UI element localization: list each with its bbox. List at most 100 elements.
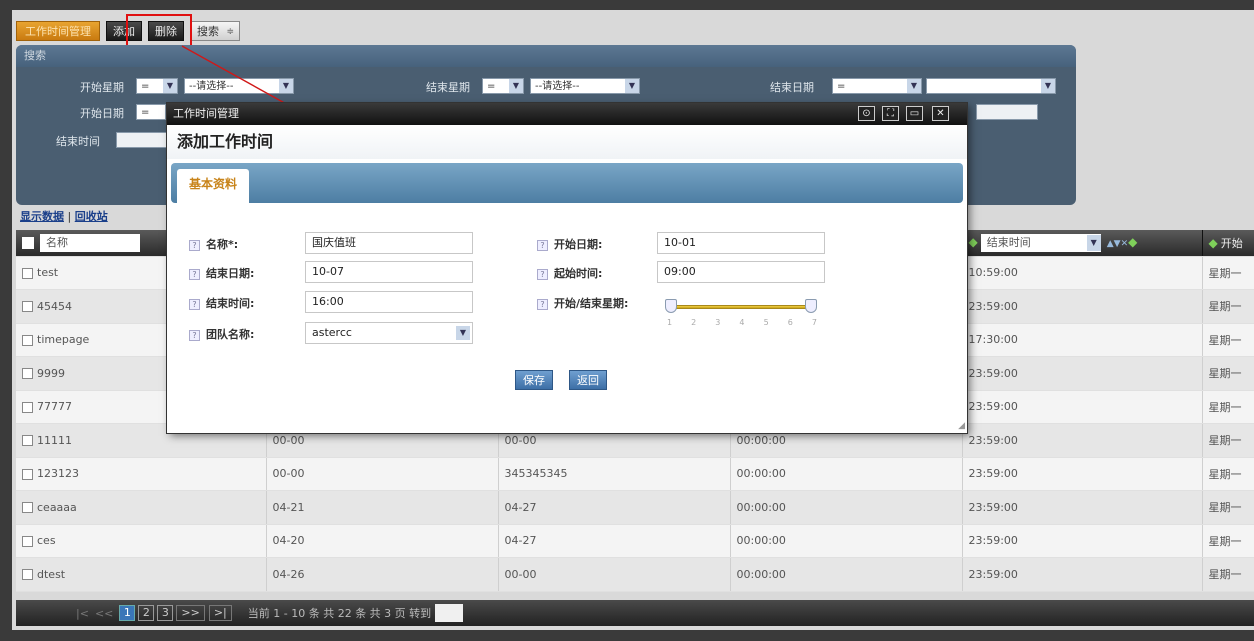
dialog-titlebar[interactable]: 工作时间管理 ⊙ ⛶ ▭ ✕ xyxy=(167,103,967,125)
goto-page-input[interactable] xyxy=(435,604,464,622)
tab-work-time-management[interactable]: 工作时间管理 xyxy=(16,21,100,41)
page-2-button[interactable]: 2 xyxy=(138,605,155,621)
row-checkbox[interactable] xyxy=(22,334,33,346)
first-page-button[interactable]: |< xyxy=(76,607,89,620)
back-button[interactable]: 返回 xyxy=(569,370,607,390)
minimize-icon[interactable]: ▭ xyxy=(906,106,923,121)
table-row[interactable]: ces 04-20 04-27 00:00:00 23:59:00 星期一 xyxy=(16,524,1254,558)
team-select[interactable]: astercc ▼ xyxy=(305,322,473,344)
name-cell-text: 9999 xyxy=(37,366,65,380)
row-checkbox[interactable] xyxy=(22,569,33,581)
close-icon[interactable]: ✕ xyxy=(932,106,949,121)
team-label-text: 团队名称: xyxy=(206,328,255,341)
row-checkbox[interactable] xyxy=(22,468,33,480)
page-1-button[interactable]: 1 xyxy=(119,605,136,621)
row-checkbox[interactable] xyxy=(22,368,33,380)
name-cell-text: dtest xyxy=(37,567,66,581)
start-week-cell-text: 星期一 xyxy=(1208,501,1242,515)
col2-cell-text: 04-20 xyxy=(272,534,305,548)
restore-icon[interactable]: ⊙ xyxy=(858,106,875,121)
search-toggle-label: 搜索 xyxy=(197,25,219,38)
slider-end-handle[interactable] xyxy=(805,299,817,313)
col2-cell-text: 00-00 xyxy=(272,433,305,447)
name-input[interactable]: 国庆值班 xyxy=(305,232,473,254)
end-time-input[interactable] xyxy=(116,132,170,148)
table-row[interactable]: dtest 04-26 00-00 00:00:00 23:59:00 星期一 xyxy=(16,557,1254,592)
row-checkbox[interactable] xyxy=(22,401,33,413)
arrow-right-icon[interactable]: ◆ xyxy=(1128,235,1137,249)
op-value: = xyxy=(837,81,846,92)
start-week-op-select[interactable]: = ▼ xyxy=(136,78,178,94)
name-cell: dtest xyxy=(16,557,267,592)
header-end-time-select[interactable]: 结束时间 ▼ xyxy=(980,233,1101,252)
end-time-cell-text: 23:59:00 xyxy=(968,567,1018,581)
arrow-left-icon[interactable]: ◆ xyxy=(1209,236,1218,250)
end-week-label: 结束星期 xyxy=(426,81,470,94)
name-cell-text: timepage xyxy=(37,333,90,347)
week-range-label: ? 开始/结束星期: xyxy=(537,295,628,311)
op-value: = xyxy=(141,107,150,118)
end-date-input[interactable]: 10-07 xyxy=(305,261,473,283)
end-date-op-select[interactable]: = ▼ xyxy=(832,78,922,94)
col3-cell: 04-27 xyxy=(498,524,731,558)
row-checkbox[interactable] xyxy=(22,267,33,279)
help-icon: ? xyxy=(537,268,548,280)
help-icon: ? xyxy=(537,298,548,310)
table-row[interactable]: 123123 00-00 345345345 00:00:00 23:59:00 星期一 xyxy=(16,457,1254,491)
end-time-cell: 23:59:00 xyxy=(962,524,1203,558)
row-checkbox[interactable] xyxy=(22,435,33,447)
search-toggle-button[interactable]: 搜索 ≑ xyxy=(190,21,240,41)
start-date-op-select[interactable]: = xyxy=(136,104,166,120)
select-all-checkbox[interactable] xyxy=(22,236,34,249)
header-end-time[interactable]: ◆ 结束时间 ▼ ▲▼✕◆ xyxy=(962,230,1203,257)
arrow-left-icon[interactable]: ◆ xyxy=(969,235,978,249)
name-cell-text: 123123 xyxy=(37,467,79,481)
op-value: = xyxy=(487,81,496,92)
recycle-bin-link[interactable]: 回收站 xyxy=(75,210,108,223)
end-date-label: ? 结束日期: xyxy=(189,265,254,281)
prev-page-button[interactable]: << xyxy=(95,607,113,620)
name-cell: ceaaaa xyxy=(16,490,267,525)
header-start-week[interactable]: ◆ 开始 xyxy=(1202,230,1254,257)
end-week-op-select[interactable]: = ▼ xyxy=(482,78,524,94)
page-3-button[interactable]: 3 xyxy=(157,605,174,621)
save-button[interactable]: 保存 xyxy=(515,370,553,390)
start-week-value-select[interactable]: --请选择-- ▼ xyxy=(184,78,294,94)
sort-controls-icon[interactable]: ▲▼✕ xyxy=(1107,239,1128,249)
slider-start-handle[interactable] xyxy=(665,299,677,313)
add-work-time-dialog: 工作时间管理 ⊙ ⛶ ▭ ✕ 添加工作时间 基本资料 ? 名称*: 国庆值班 ? 开… xyxy=(167,103,967,433)
row-checkbox[interactable] xyxy=(22,502,33,514)
row-checkbox[interactable] xyxy=(22,301,33,313)
start-date-to-input[interactable] xyxy=(976,104,1038,120)
col4-cell-text: 00:00:00 xyxy=(736,433,786,447)
col3-cell-text: 04-27 xyxy=(504,500,537,514)
col4-cell-text: 00:00:00 xyxy=(736,534,786,548)
chevron-down-icon: ▼ xyxy=(907,79,921,93)
week-range-slider[interactable]: 1 2 3 4 5 6 7 xyxy=(665,299,817,329)
col4-cell-text: 00:00:00 xyxy=(736,500,786,514)
col4-cell: 00:00:00 xyxy=(730,557,963,592)
next-page-button[interactable]: >> xyxy=(176,605,205,621)
show-data-link[interactable]: 显示数据 xyxy=(20,210,64,223)
col4-cell-text: 00:00:00 xyxy=(736,567,786,581)
tab-basic-info[interactable]: 基本资料 xyxy=(177,169,250,203)
data-links: 显示数据 | 回收站 xyxy=(20,208,108,224)
end-time-input[interactable]: 16:00 xyxy=(305,291,473,313)
start-date-input[interactable]: 10-01 xyxy=(657,232,825,254)
chevron-down-icon: ▼ xyxy=(509,79,523,93)
row-checkbox[interactable] xyxy=(22,535,33,547)
end-week-value-select[interactable]: --请选择-- ▼ xyxy=(530,78,640,94)
start-week-cell: 星期一 xyxy=(1202,390,1254,424)
start-time-input[interactable]: 09:00 xyxy=(657,261,825,283)
col2-cell: 04-20 xyxy=(266,524,499,558)
team-label: ? 团队名称: xyxy=(189,326,254,342)
start-week-cell-text: 星期一 xyxy=(1208,300,1242,314)
table-row[interactable]: ceaaaa 04-21 04-27 00:00:00 23:59:00 星期一 xyxy=(16,490,1254,525)
end-date-value-select[interactable]: ▼ xyxy=(926,78,1056,94)
last-page-button[interactable]: >| xyxy=(208,605,232,621)
fullscreen-icon[interactable]: ⛶ xyxy=(882,106,899,121)
start-time-label-text: 起始时间: xyxy=(554,267,603,280)
end-time-cell-text: 23:59:00 xyxy=(968,467,1018,481)
resize-handle-icon[interactable]: ◢ xyxy=(958,421,965,431)
panel-right-area xyxy=(1076,45,1254,205)
